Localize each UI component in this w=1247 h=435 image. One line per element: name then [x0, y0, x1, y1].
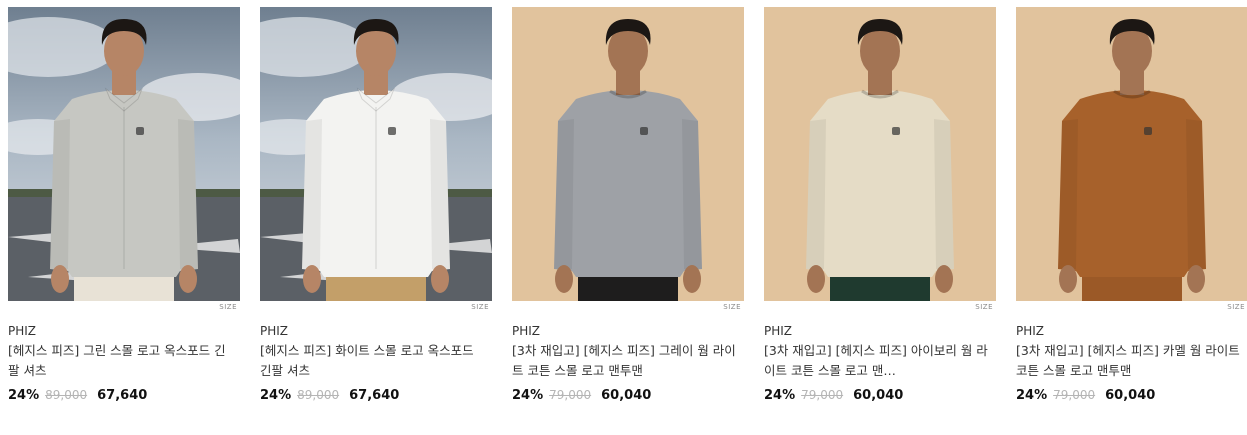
product-image[interactable]: [260, 7, 492, 301]
product-image[interactable]: [512, 7, 744, 301]
price-row: 24% 79,000 60,040: [1016, 388, 1155, 403]
product-card[interactable]: SIZE PHIZ [헤지스 피즈] 그린 스몰 로고 옥스포드 긴팔 셔츠 2…: [8, 7, 240, 403]
size-label[interactable]: SIZE: [723, 303, 741, 311]
original-price: 89,000: [45, 388, 88, 402]
price-row: 24% 89,000 67,640: [8, 388, 147, 403]
size-label[interactable]: SIZE: [219, 303, 237, 311]
product-image[interactable]: [764, 7, 996, 301]
original-price: 79,000: [801, 388, 844, 402]
sale-price: 60,040: [1105, 388, 1156, 403]
size-label[interactable]: SIZE: [471, 303, 489, 311]
product-brand[interactable]: PHIZ: [764, 323, 792, 339]
sale-price: 60,040: [853, 388, 904, 403]
product-title[interactable]: [3차 재입고] [헤지스 피즈] 그레이 웜 라이트 코튼 스몰 로고 맨투맨: [512, 341, 736, 381]
sale-price: 67,640: [349, 388, 400, 403]
product-image[interactable]: [8, 7, 240, 301]
product-brand[interactable]: PHIZ: [8, 323, 36, 339]
size-label[interactable]: SIZE: [1227, 303, 1245, 311]
discount-rate: 24%: [260, 388, 292, 403]
price-row: 24% 89,000 67,640: [260, 388, 399, 403]
product-card[interactable]: SIZE PHIZ [3차 재입고] [헤지스 피즈] 카멜 웜 라이트 코튼 …: [1016, 7, 1247, 403]
discount-rate: 24%: [1016, 388, 1048, 403]
product-card[interactable]: SIZE PHIZ [헤지스 피즈] 화이트 스몰 로고 옥스포드 긴팔 셔츠 …: [260, 7, 492, 403]
original-price: 79,000: [1053, 388, 1096, 402]
sale-price: 67,640: [97, 388, 148, 403]
product-title[interactable]: [3차 재입고] [헤지스 피즈] 카멜 웜 라이트 코튼 스몰 로고 맨투맨: [1016, 341, 1240, 381]
discount-rate: 24%: [764, 388, 796, 403]
price-row: 24% 79,000 60,040: [764, 388, 903, 403]
size-label[interactable]: SIZE: [975, 303, 993, 311]
product-card[interactable]: SIZE PHIZ [3차 재입고] [헤지스 피즈] 그레이 웜 라이트 코튼…: [512, 7, 744, 403]
sale-price: 60,040: [601, 388, 652, 403]
product-grid: SIZE PHIZ [헤지스 피즈] 그린 스몰 로고 옥스포드 긴팔 셔츠 2…: [0, 0, 1247, 435]
product-brand[interactable]: PHIZ: [260, 323, 288, 339]
product-brand[interactable]: PHIZ: [1016, 323, 1044, 339]
original-price: 79,000: [549, 388, 592, 402]
discount-rate: 24%: [8, 388, 40, 403]
product-title[interactable]: [헤지스 피즈] 그린 스몰 로고 옥스포드 긴팔 셔츠: [8, 341, 232, 381]
product-card[interactable]: SIZE PHIZ [3차 재입고] [헤지스 피즈] 아이보리 웜 라이트 코…: [764, 7, 996, 403]
product-title[interactable]: [헤지스 피즈] 화이트 스몰 로고 옥스포드 긴팔 셔츠: [260, 341, 484, 381]
price-row: 24% 79,000 60,040: [512, 388, 651, 403]
product-title[interactable]: [3차 재입고] [헤지스 피즈] 아이보리 웜 라이트 코튼 스몰 로고 맨…: [764, 341, 988, 381]
discount-rate: 24%: [512, 388, 544, 403]
original-price: 89,000: [297, 388, 340, 402]
product-image[interactable]: [1016, 7, 1247, 301]
product-brand[interactable]: PHIZ: [512, 323, 540, 339]
